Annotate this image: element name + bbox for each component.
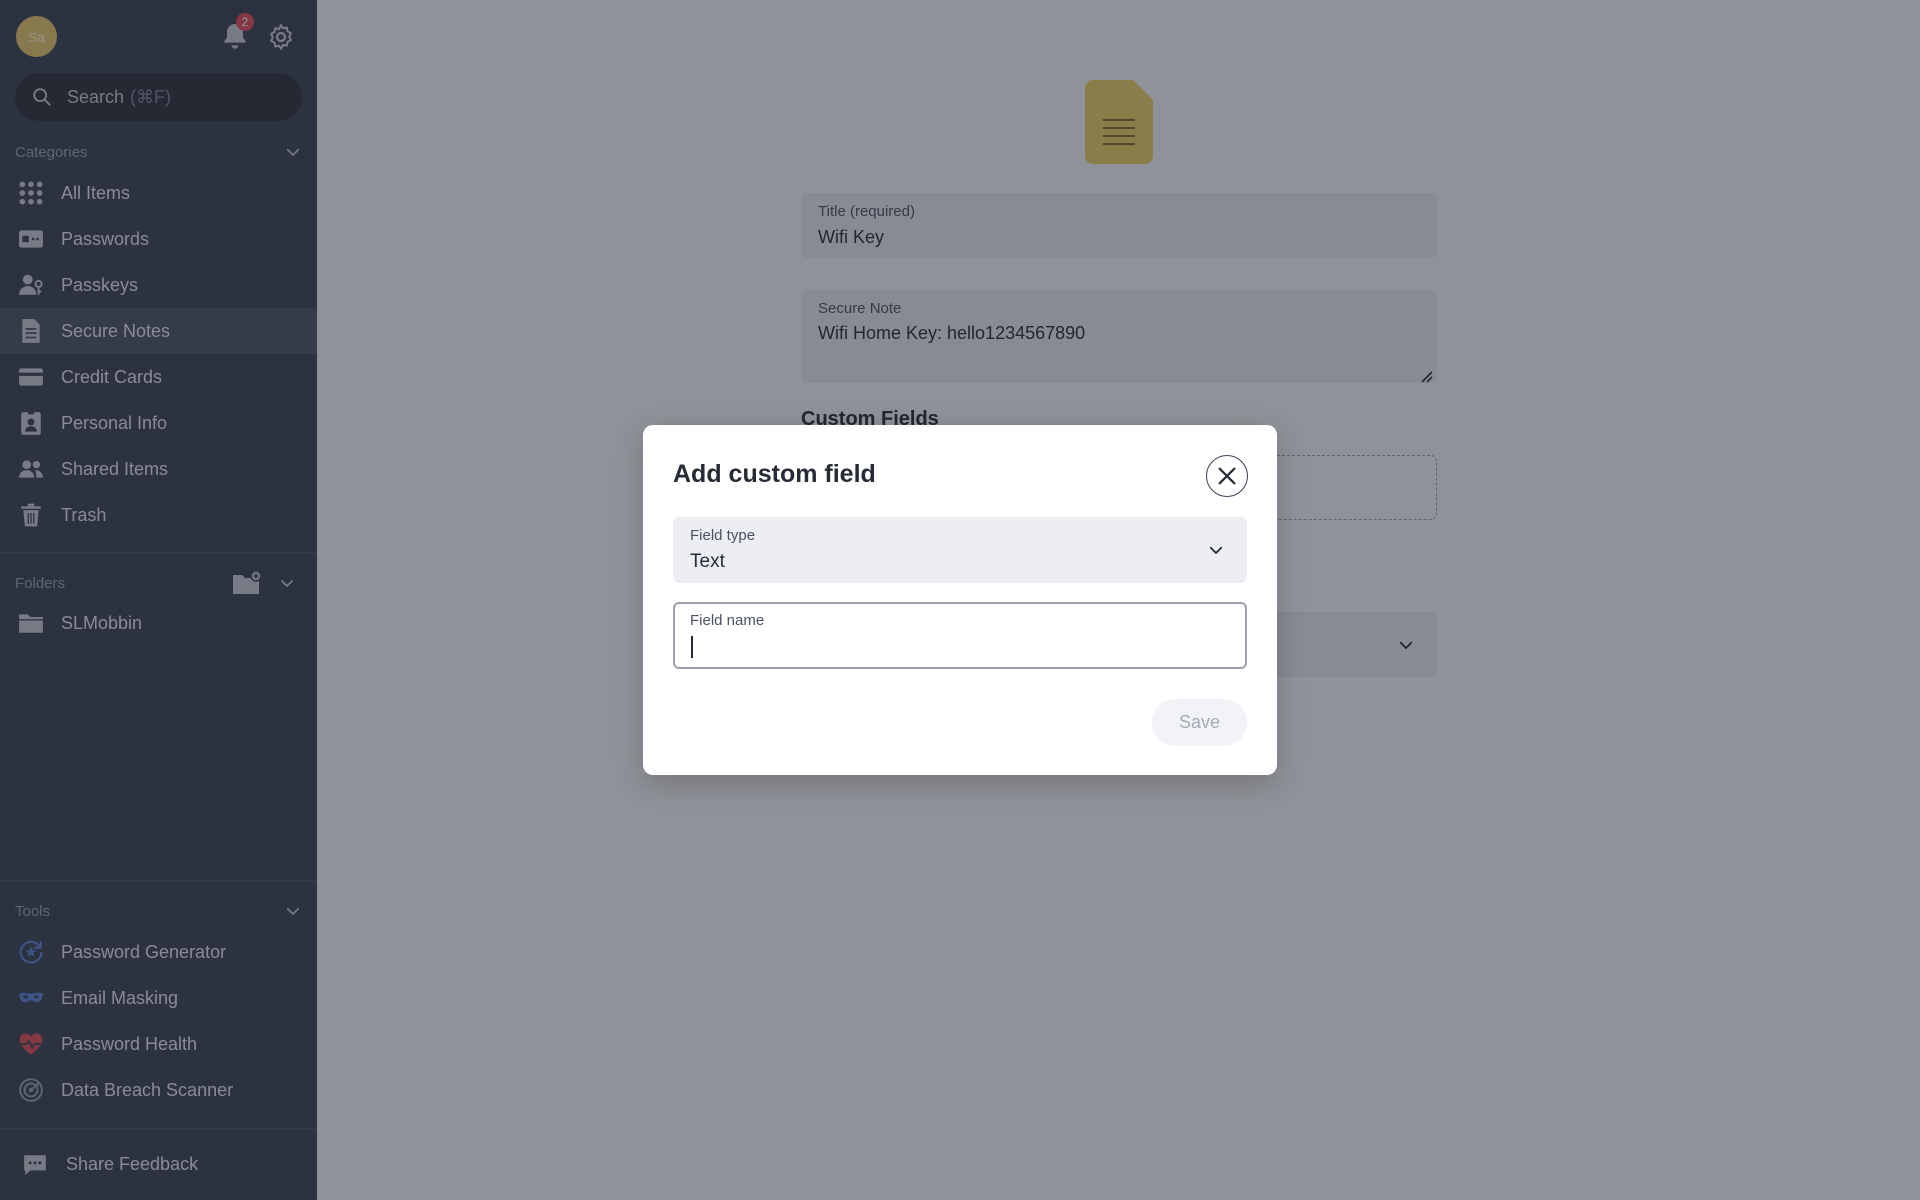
- field-type-value: Text: [690, 551, 725, 572]
- save-button[interactable]: Save: [1152, 699, 1247, 746]
- close-button[interactable]: [1206, 455, 1248, 497]
- dialog-title: Add custom field: [673, 460, 876, 488]
- field-type-select[interactable]: Field type Text: [673, 517, 1247, 583]
- chevron-down-icon: [1209, 546, 1223, 554]
- field-type-label: Field type: [690, 527, 756, 544]
- field-name-input-wrapper: Field name: [673, 602, 1247, 669]
- field-name-label: Field name: [690, 612, 765, 629]
- add-custom-field-dialog: Add custom field Field type Text Field n…: [643, 425, 1277, 775]
- close-icon: [1218, 467, 1236, 485]
- field-name-input[interactable]: [690, 634, 1230, 660]
